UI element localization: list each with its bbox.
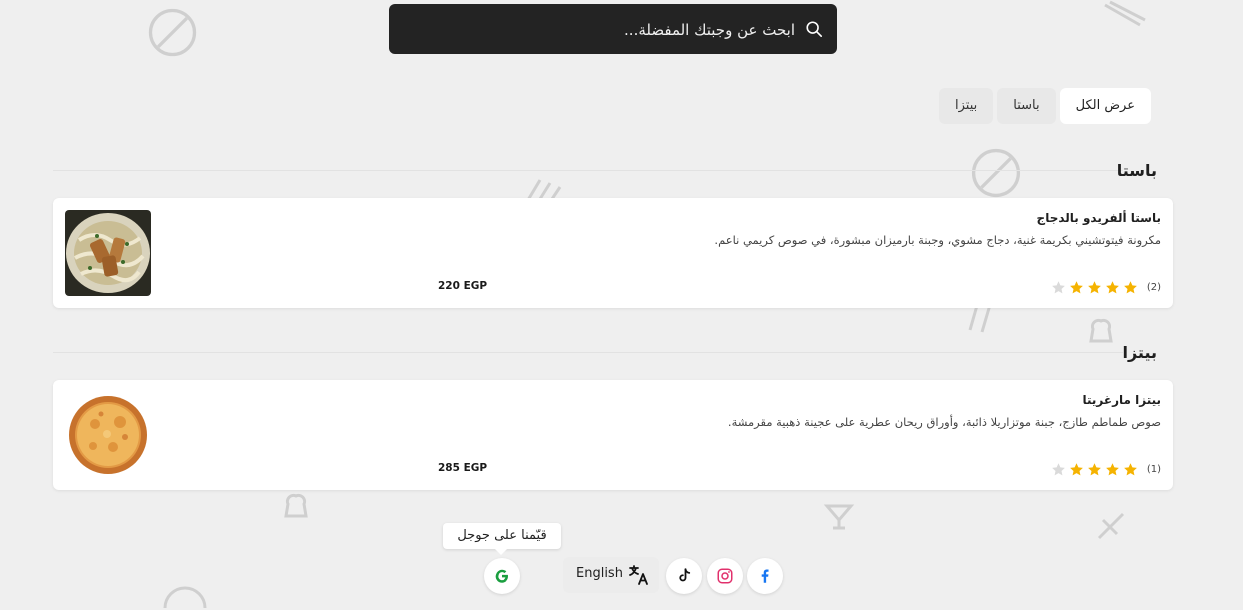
rating-count: (1) <box>1146 464 1161 475</box>
menu-item-price: 285 EGP <box>438 462 488 474</box>
star-filled-icon <box>1123 281 1137 294</box>
decorative-chef-hat-icon <box>284 493 308 518</box>
star-filled-icon <box>1087 463 1101 476</box>
decorative-fork-icon <box>1097 512 1125 540</box>
tab-show-all[interactable]: عرض الكل <box>1059 88 1151 124</box>
decorative-fork-icon <box>1104 0 1146 27</box>
google-review-tooltip: قيّمنا على جوجل <box>443 523 561 555</box>
facebook-button[interactable] <box>747 558 783 594</box>
decorative-glass-icon <box>823 504 855 530</box>
facebook-icon <box>761 569 769 583</box>
menu-item-name: باستا ألفريدو بالدجاج <box>1036 211 1161 225</box>
menu-item-image <box>65 210 151 296</box>
star-filled-icon <box>1123 463 1137 476</box>
menu-item-card[interactable]: باستا ألفريدو بالدجاج مكرونة فيتوتشيني ب… <box>53 198 1173 308</box>
section-title: باستا <box>1116 161 1157 180</box>
menu-item-image <box>65 392 151 478</box>
google-icon <box>495 569 508 583</box>
menu-item-rating: (2) <box>1051 280 1161 295</box>
search-icon[interactable] <box>805 20 823 38</box>
translate-icon <box>629 565 648 585</box>
search-input[interactable] <box>403 4 797 56</box>
language-switch-button[interactable]: English <box>563 557 659 593</box>
tab-pasta[interactable]: باستا <box>997 88 1056 124</box>
section-header-pizza: بيتزا <box>53 343 1173 376</box>
tiktok-icon <box>679 568 691 582</box>
star-empty-icon <box>1051 463 1065 476</box>
instagram-button[interactable] <box>707 558 743 594</box>
decorative-plate-icon <box>163 586 207 609</box>
section-divider <box>53 352 1123 353</box>
menu-item-name: بيتزا مارغريتا <box>1082 393 1161 407</box>
search-bar[interactable] <box>389 4 837 56</box>
section-divider <box>53 170 1123 171</box>
star-filled-icon <box>1069 281 1083 294</box>
section-title: بيتزا <box>1122 343 1157 362</box>
star-filled-icon <box>1069 463 1083 476</box>
star-filled-icon <box>1105 463 1119 476</box>
instagram-icon <box>717 568 733 584</box>
pasta-image <box>65 210 151 296</box>
google-review-button[interactable] <box>484 558 520 594</box>
menu-item-rating: (1) <box>1051 462 1161 477</box>
menu-item-description: مكرونة فيتوتشيني بكريمة غنية، دجاج مشوي،… <box>714 233 1161 247</box>
tab-pizza[interactable]: بيتزا <box>939 88 994 124</box>
star-filled-icon <box>1087 281 1101 294</box>
menu-item-description: صوص طماطم طازج، جبنة موتزاريلا ذائبة، وأ… <box>727 415 1161 429</box>
language-label: English <box>576 566 623 581</box>
category-tabs: عرض الكل باستا بيتزا <box>939 88 1151 124</box>
decorative-plate-icon <box>148 8 197 57</box>
decorative-chef-hat-icon <box>1089 318 1113 343</box>
star-filled-icon <box>1105 281 1119 294</box>
pizza-image <box>65 392 151 478</box>
section-header-pasta: باستا <box>53 161 1173 194</box>
menu-item-price: 220 EGP <box>438 280 488 292</box>
star-empty-icon <box>1051 281 1065 294</box>
tiktok-button[interactable] <box>666 558 702 594</box>
rating-count: (2) <box>1146 282 1161 293</box>
menu-item-card[interactable]: بيتزا مارغريتا صوص طماطم طازج، جبنة موتز… <box>53 380 1173 490</box>
